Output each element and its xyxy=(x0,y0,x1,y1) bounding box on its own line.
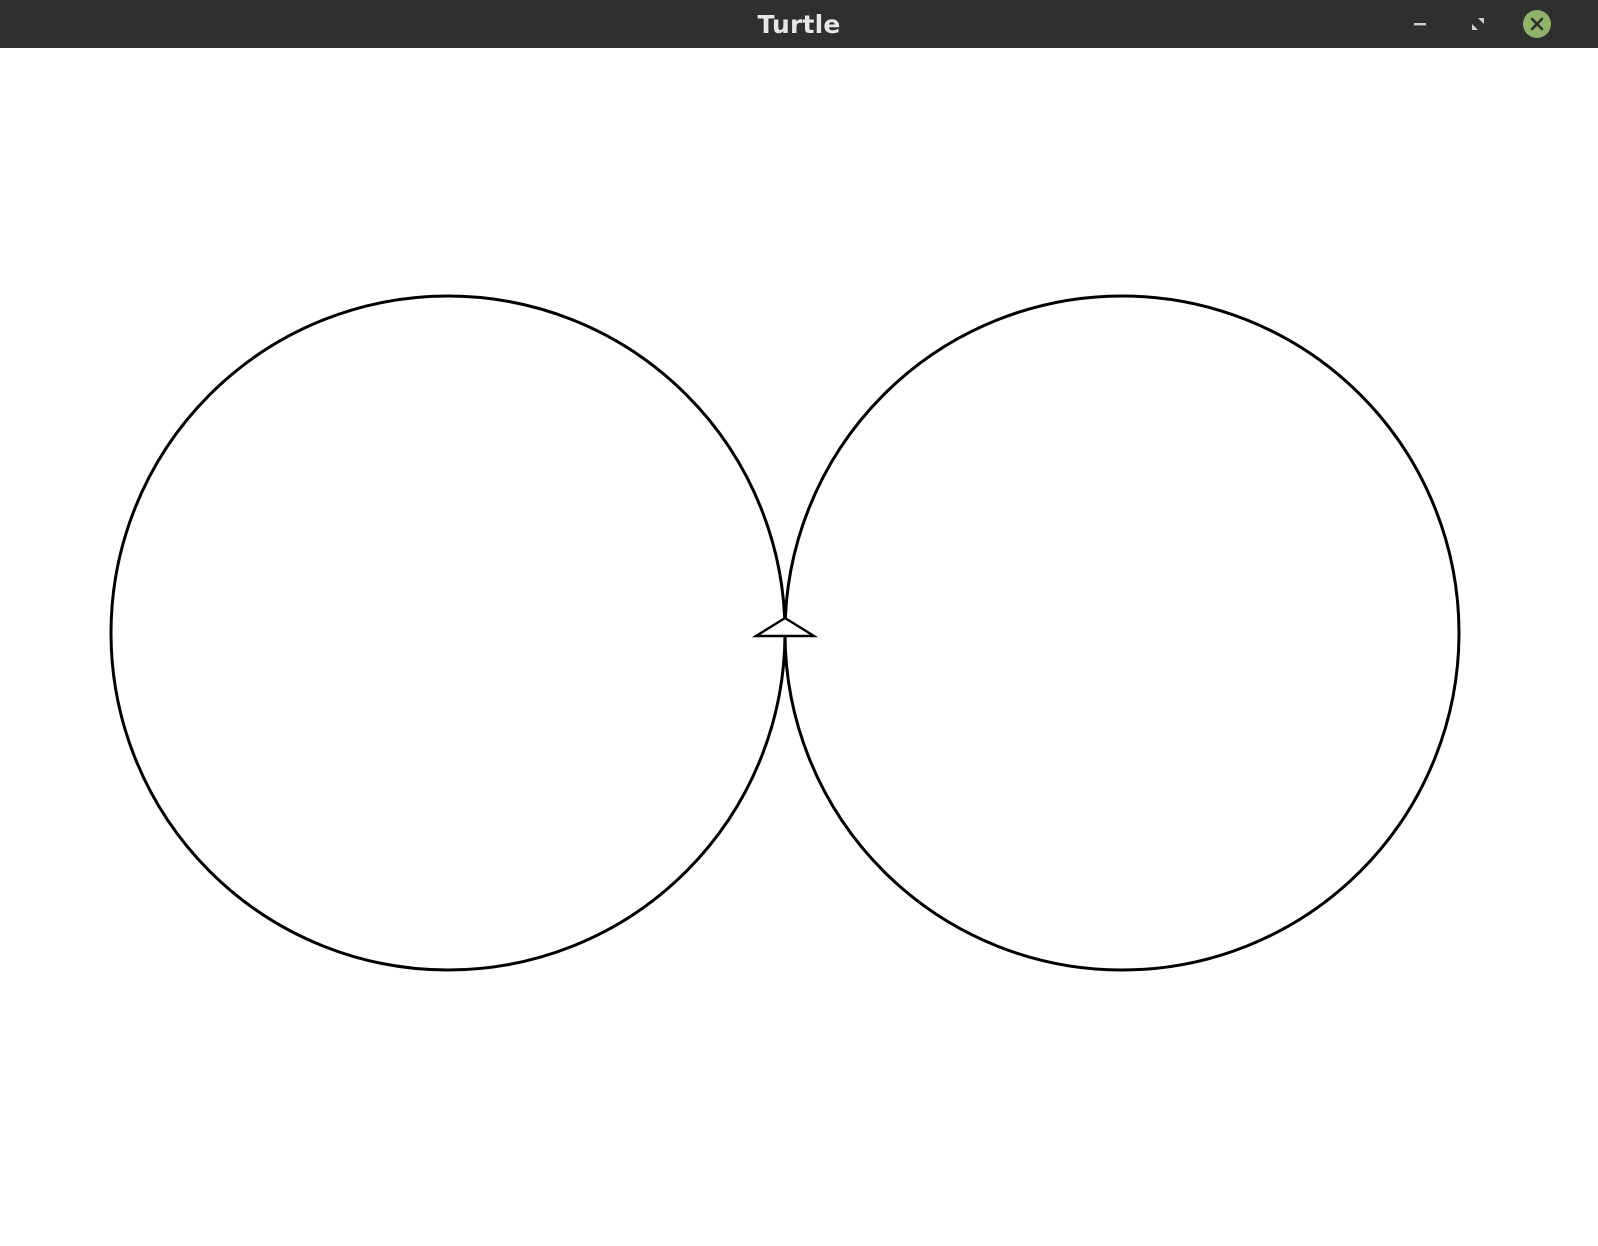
turtle-window: Turtle xyxy=(0,0,1598,1246)
window-title: Turtle xyxy=(757,10,841,39)
minimize-icon xyxy=(1414,23,1426,26)
restore-icon xyxy=(1472,18,1484,30)
title-bar[interactable]: Turtle xyxy=(0,0,1598,48)
close-icon xyxy=(1523,10,1551,38)
close-button[interactable] xyxy=(1522,9,1552,39)
minimize-button[interactable] xyxy=(1405,9,1435,39)
maximize-button[interactable] xyxy=(1463,9,1493,39)
turtle-canvas[interactable] xyxy=(0,48,1598,1246)
turtle-cursor-icon xyxy=(751,616,819,638)
left-circle xyxy=(109,294,787,972)
right-circle xyxy=(783,294,1461,972)
drawing-surface xyxy=(109,294,1461,972)
